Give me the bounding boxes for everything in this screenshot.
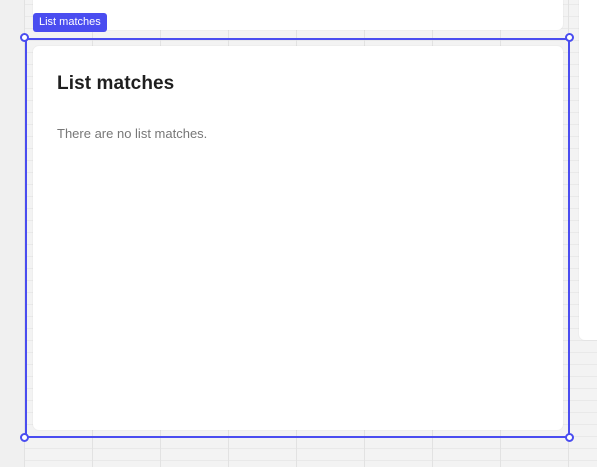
widget-title: List matches [57,73,175,94]
list-matches-widget[interactable]: List matches There are no list matches. [33,46,563,430]
empty-state-message: There are no list matches. [57,126,208,141]
widget-card-right[interactable] [579,0,597,340]
resize-handle-top-left[interactable] [20,33,29,42]
resize-handle-bottom-left[interactable] [20,433,29,442]
resize-handle-bottom-right[interactable] [565,433,574,442]
selection-label[interactable]: List matches [33,13,107,32]
canvas-left-margin [0,0,24,467]
widget-card-above[interactable] [33,0,563,30]
resize-handle-top-right[interactable] [565,33,574,42]
